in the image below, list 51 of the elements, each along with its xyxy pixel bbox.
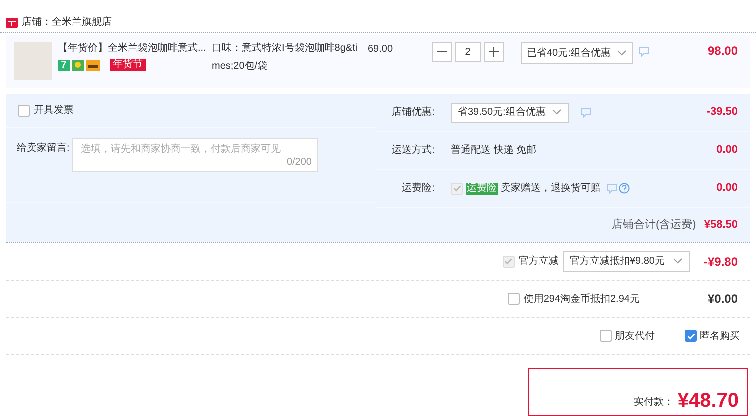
quantity-field[interactable]: 2	[455, 42, 481, 62]
chat-icon[interactable]	[607, 184, 618, 194]
help-icon[interactable]	[619, 183, 630, 194]
shipping-method: 普通配送 快递 免邮	[451, 144, 537, 158]
character-counter: 0/200	[286, 156, 312, 170]
chat-icon[interactable]	[580, 108, 592, 118]
row-amount: 0.00	[716, 143, 738, 158]
store-total-label: 店铺合计(含运费)	[612, 218, 696, 233]
festival-tag: 年货节	[110, 59, 146, 71]
discount-amount: -¥9.80	[704, 254, 738, 270]
chat-icon[interactable]	[638, 47, 650, 57]
coins-label: 使用294淘金币抵扣2.94元	[524, 292, 640, 306]
caret-icon	[672, 258, 683, 265]
discount-label: 官方立减	[518, 254, 559, 269]
coins-amount: ¥0.00	[708, 291, 738, 308]
product-title[interactable]: 【年货价】全米兰袋泡咖啡意式...	[58, 42, 206, 56]
checkbox[interactable]	[18, 104, 30, 116]
service-badge: 7	[58, 60, 70, 70]
option-label: 匿名购买	[700, 330, 740, 344]
store-name[interactable]: 店铺：全米兰旗舰店	[22, 15, 112, 30]
checkbox[interactable]	[508, 293, 520, 305]
insurance-tag: 运费险	[466, 182, 498, 194]
promo-select[interactable]: 已省40元:组合优惠	[521, 42, 633, 64]
option-label: 朋友代付	[615, 330, 655, 344]
decrease-button[interactable]	[432, 42, 452, 62]
payment-amount: ¥48.70	[678, 389, 739, 413]
checkbox[interactable]	[685, 330, 697, 342]
payment-label: 实付款：	[634, 396, 674, 410]
invoice-label: 开具发票	[34, 104, 74, 118]
official-discount-select[interactable]: 官方立减抵扣¥9.80元	[562, 251, 690, 272]
item-subtotal: 98.00	[708, 43, 738, 60]
store-badge-icon	[6, 18, 18, 28]
caret-icon	[616, 50, 627, 56]
plus-icon	[489, 47, 499, 57]
message-label: 给卖家留言:	[17, 142, 71, 156]
row-label: 店铺优惠:	[391, 106, 436, 120]
discount-select[interactable]: 省39.50元:组合优惠	[451, 102, 569, 122]
card-icon	[86, 60, 100, 70]
photo-placeholder	[14, 42, 52, 80]
row-amount: 0.00	[716, 181, 738, 196]
store-total-amount: ¥58.50	[704, 218, 738, 233]
insurance-note: 卖家赠送，退换货可赔	[501, 182, 601, 196]
unit-price: 69.00	[368, 43, 394, 57]
caret-icon	[552, 109, 562, 116]
row-label: 运送方式:	[391, 144, 436, 158]
row-label: 运费险:	[401, 182, 436, 196]
product-spec: 口味：意式特浓I号袋泡咖啡8g&times;20包/袋	[212, 42, 359, 74]
increase-button[interactable]	[484, 42, 504, 62]
minus-icon	[437, 51, 447, 53]
row-amount: -39.50	[706, 105, 738, 120]
checkbox[interactable]	[600, 330, 612, 342]
